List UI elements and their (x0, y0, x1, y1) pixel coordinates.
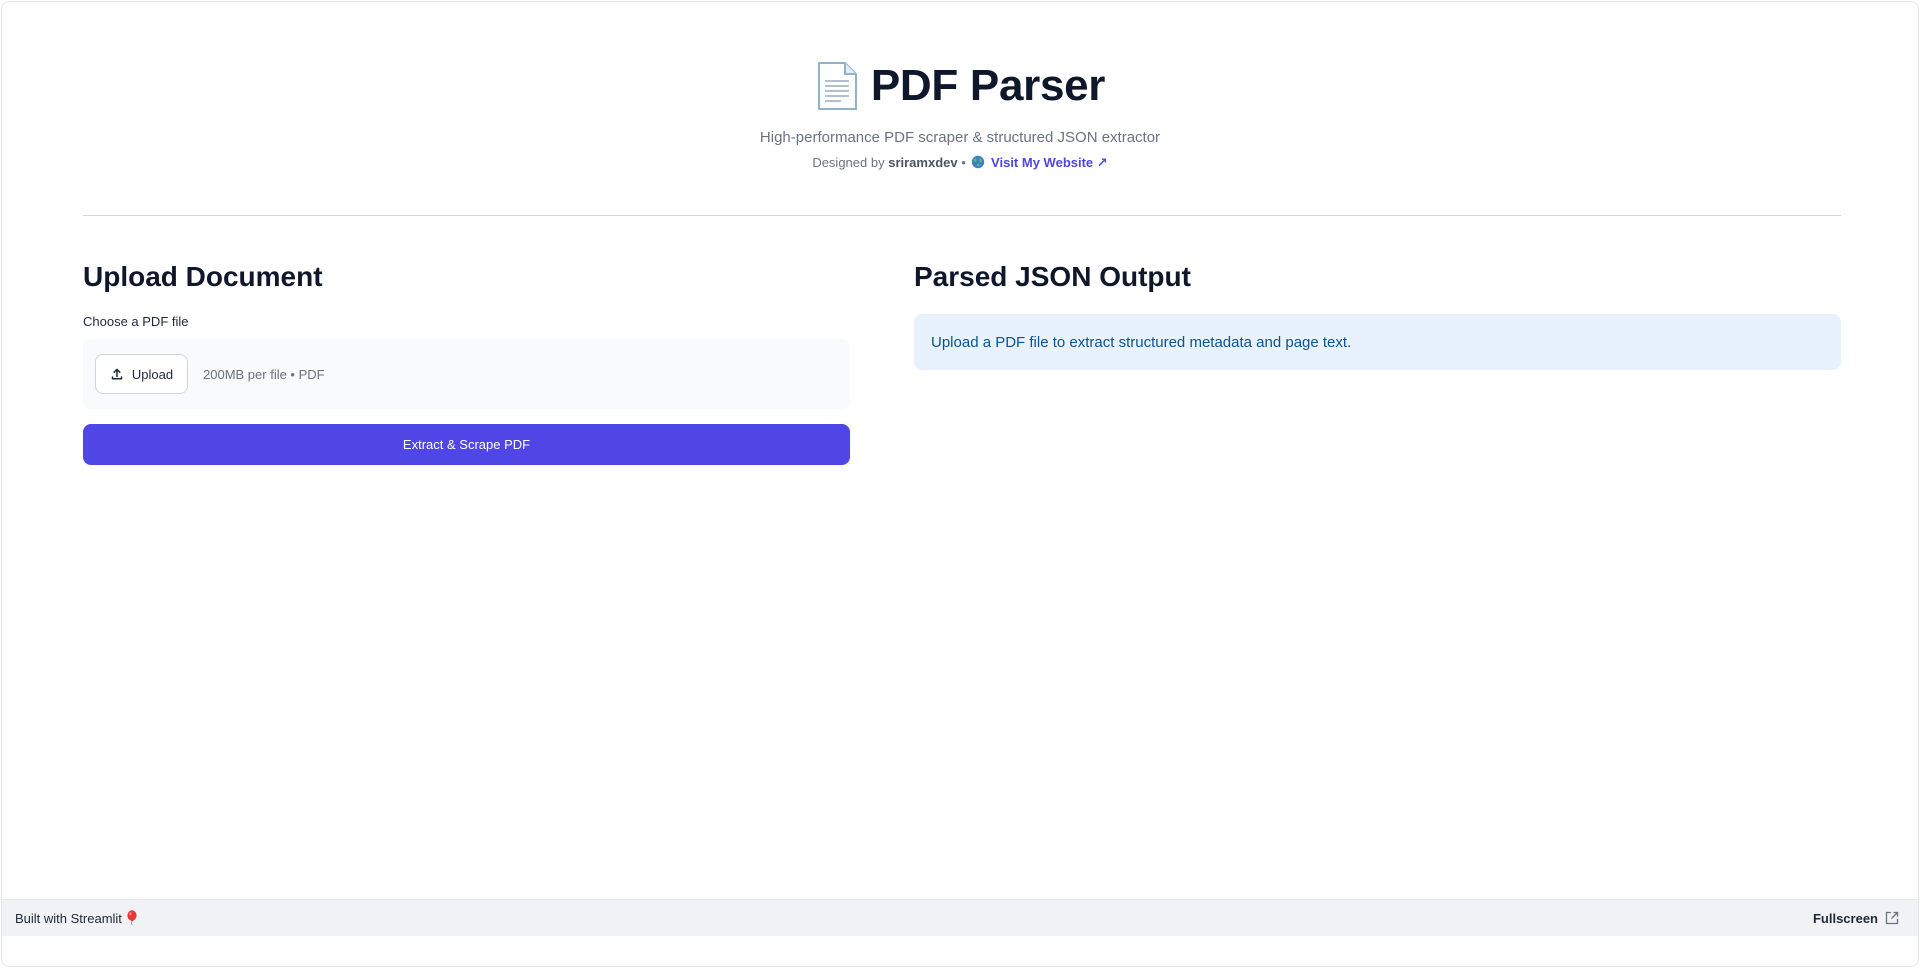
info-alert-message: Upload a PDF file to extract structured … (931, 333, 1352, 351)
credit-separator: • (961, 155, 966, 170)
page-header: PDF Parser High-performance PDF scraper … (2, 56, 1918, 172)
header-divider (83, 215, 1841, 216)
globe-icon (971, 155, 985, 169)
title-row: PDF Parser (815, 56, 1105, 116)
upload-section: Upload Document Choose a PDF file Upload… (83, 257, 850, 465)
app-frame: PDF Parser High-performance PDF scraper … (1, 1, 1919, 967)
app-main: PDF Parser High-performance PDF scraper … (2, 2, 1918, 897)
visit-website-link[interactable]: Visit My Website ↗ (991, 155, 1108, 170)
balloon-icon (126, 910, 138, 926)
credit-line: Designed by sriramxdev • Visit My Websit… (2, 154, 1918, 172)
extract-scrape-button[interactable]: Extract & Scrape PDF (83, 424, 850, 465)
built-with-streamlit[interactable]: Built with Streamlit (15, 910, 138, 926)
upload-section-title: Upload Document (83, 261, 323, 292)
fullscreen-label: Fullscreen (1812, 910, 1878, 926)
page-document-icon (815, 61, 859, 111)
streamlit-footer: Built with Streamlit Fullscreen (2, 899, 1918, 936)
designed-by-label: Designed by (812, 155, 885, 170)
author-name: sriramxdev (888, 155, 958, 170)
output-section-title: Parsed JSON Output (914, 261, 1191, 292)
file-field-label: Choose a PDF file (83, 314, 189, 329)
upload-limit-hint: 200MB per file • PDF (203, 366, 325, 382)
page-title: PDF Parser (870, 61, 1106, 110)
file-dropzone[interactable]: Upload 200MB per file • PDF (83, 339, 850, 409)
output-section: Parsed JSON Output Upload a PDF file to … (914, 257, 1841, 370)
fullscreen-button[interactable]: Fullscreen (1813, 910, 1900, 926)
built-with-label: Built with Streamlit (15, 910, 122, 926)
upload-icon (110, 367, 124, 381)
external-link-icon (1884, 910, 1900, 926)
upload-button-label: Upload (131, 366, 174, 382)
info-alert: Upload a PDF file to extract structured … (914, 314, 1841, 370)
upload-button[interactable]: Upload (95, 354, 188, 394)
page-subtitle: High-performance PDF scraper & structure… (759, 129, 1161, 146)
